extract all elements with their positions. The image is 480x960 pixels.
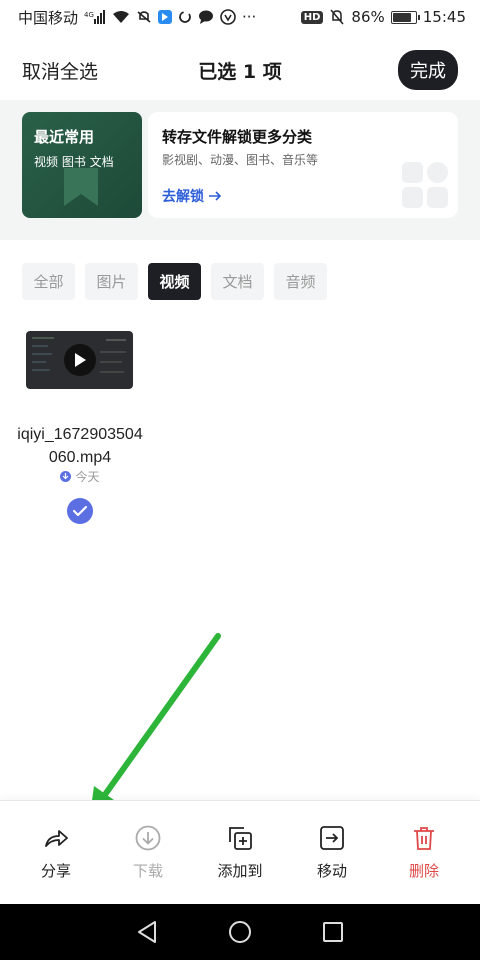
download-label: 下载 bbox=[132, 862, 163, 880]
tab-videos[interactable]: 视频 bbox=[148, 263, 201, 300]
selected-checkbox[interactable] bbox=[67, 498, 93, 524]
back-nav-button[interactable] bbox=[132, 917, 162, 947]
tab-documents[interactable]: 文档 bbox=[211, 263, 264, 300]
home-icon bbox=[228, 921, 251, 943]
app-badge-icon bbox=[220, 9, 236, 25]
share-button[interactable]: 分享 bbox=[16, 824, 96, 881]
wifi-icon bbox=[112, 10, 130, 24]
trash-icon bbox=[414, 827, 434, 850]
carrier-label: 中国移动 bbox=[18, 8, 79, 27]
add-to-button[interactable]: 添加到 bbox=[200, 824, 280, 881]
move-button[interactable]: 移动 bbox=[292, 824, 372, 881]
clock: 15:45 bbox=[422, 8, 466, 26]
system-nav-bar bbox=[0, 904, 480, 960]
sync-icon bbox=[178, 10, 192, 24]
check-icon bbox=[73, 505, 87, 516]
delete-label: 删除 bbox=[408, 862, 439, 880]
done-button[interactable]: 完成 bbox=[398, 50, 458, 90]
more-status-icon: ··· bbox=[242, 8, 257, 26]
tab-audio[interactable]: 音频 bbox=[274, 263, 327, 300]
network-badge: 4G bbox=[84, 11, 94, 19]
back-icon bbox=[137, 921, 156, 943]
battery-percent: 86% bbox=[351, 8, 385, 26]
battery-icon bbox=[390, 10, 420, 24]
notification-off-icon bbox=[136, 10, 152, 24]
recent-card-title: 最近常用 bbox=[34, 128, 95, 146]
arrow-right-icon bbox=[209, 191, 222, 201]
download-icon bbox=[135, 825, 161, 851]
recents-icon bbox=[323, 922, 344, 942]
bookmark-icon bbox=[64, 168, 98, 206]
tab-images[interactable]: 图片 bbox=[85, 263, 138, 300]
deselect-all-button[interactable]: 取消全选 bbox=[22, 57, 98, 84]
downloaded-icon bbox=[60, 471, 72, 482]
move-label: 移动 bbox=[316, 862, 347, 880]
move-icon bbox=[320, 826, 344, 850]
play-icon bbox=[64, 344, 96, 376]
download-button[interactable]: 下载 bbox=[108, 824, 188, 881]
category-grid-icon bbox=[402, 162, 450, 210]
file-date: 今天 bbox=[14, 468, 146, 485]
add-to-icon bbox=[229, 827, 252, 850]
share-label: 分享 bbox=[40, 862, 71, 880]
add-to-label: 添加到 bbox=[217, 862, 263, 880]
tab-all[interactable]: 全部 bbox=[22, 263, 75, 300]
file-date-label: 今天 bbox=[75, 470, 100, 484]
selection-header: 取消全选 已选 1 项 完成 bbox=[0, 40, 480, 100]
status-bar: 中国移动 4G ··· HD 86% 15:45 bbox=[0, 0, 480, 34]
home-nav-button[interactable] bbox=[225, 917, 255, 947]
unlock-promo-card[interactable]: 转存文件解锁更多分类 影视剧、动漫、图书、音乐等 去解锁 bbox=[148, 112, 458, 218]
app-notification-icon bbox=[158, 10, 173, 24]
message-icon bbox=[198, 10, 214, 24]
filter-tabs: 全部 图片 视频 文档 音频 bbox=[22, 263, 327, 300]
unlock-link-label: 去解锁 bbox=[162, 189, 204, 205]
promo-area: 最近常用 视频 图书 文档 转存文件解锁更多分类 影视剧、动漫、图书、音乐等 去… bbox=[0, 100, 480, 240]
file-name: iqiyi_1672903504060.mp4 bbox=[17, 426, 143, 466]
mute-icon bbox=[329, 9, 345, 25]
share-icon bbox=[45, 830, 68, 847]
video-thumbnail[interactable] bbox=[26, 331, 133, 389]
signal-icon: 4G bbox=[84, 10, 106, 24]
delete-button[interactable]: 删除 bbox=[384, 824, 464, 881]
action-toolbar: 分享 下载 添加到 移动 删除 bbox=[0, 800, 480, 904]
hd-badge: HD bbox=[300, 10, 324, 24]
recents-nav-button[interactable] bbox=[318, 917, 348, 947]
recent-category-card[interactable]: 最近常用 视频 图书 文档 bbox=[22, 112, 142, 218]
unlock-promo-title: 转存文件解锁更多分类 bbox=[162, 128, 313, 146]
